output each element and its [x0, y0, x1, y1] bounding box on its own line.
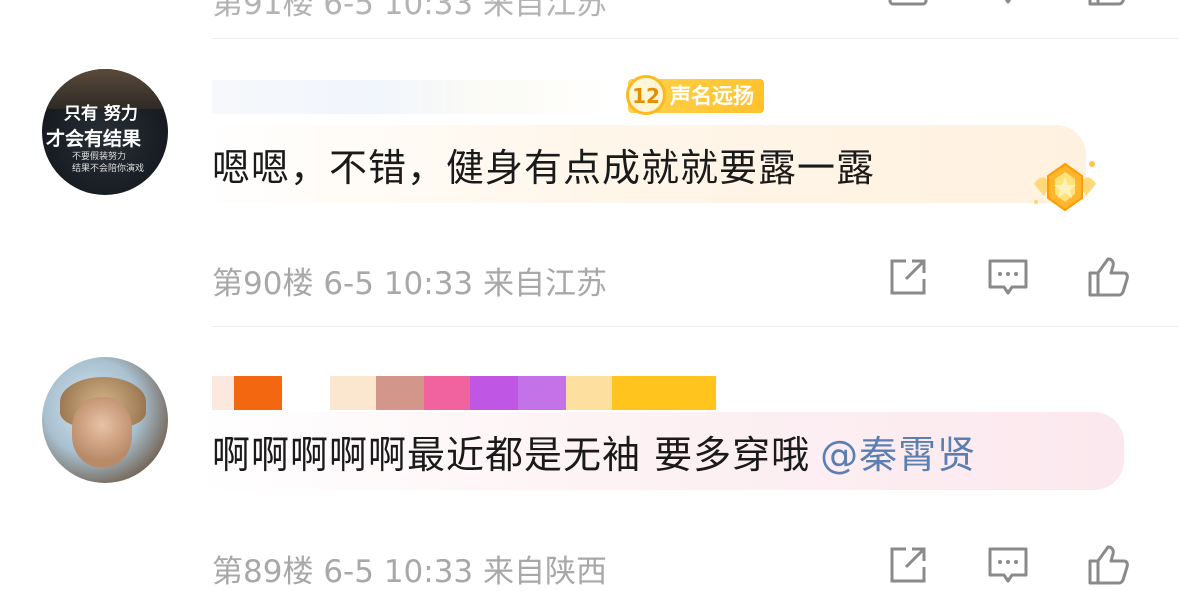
username-blurred [518, 376, 566, 410]
prev-comment-actions [0, 0, 1179, 10]
share-icon[interactable] [884, 253, 932, 301]
comment-location: 来自江苏 [483, 266, 608, 302]
avatar-text: 结果不会陪你演戏 [72, 164, 145, 174]
floor-number: 第89楼 [212, 554, 314, 590]
avatar[interactable] [42, 357, 168, 483]
like-icon[interactable] [1084, 0, 1132, 10]
fan-level-badge[interactable]: 12 声名远扬 [626, 75, 764, 115]
comment-meta: 第90楼 6-5 10:33 来自江苏 [212, 258, 607, 303]
comment-feed: 第91楼 6-5 10:33 来自江苏 只有 努力 才会有结果 不要假装努力 结… [0, 0, 1179, 591]
comment-time: 10:33 [383, 266, 474, 302]
username-blurred[interactable] [212, 80, 612, 114]
comment-date: 6-5 [323, 554, 374, 590]
level-number: 12 [626, 75, 666, 115]
comment-location: 来自陕西 [483, 554, 608, 590]
username-blurred [376, 376, 424, 410]
divider [212, 326, 1179, 327]
avatar-small-text: 不要假装努力 结果不会陪你演戏 [72, 151, 144, 175]
comment-icon[interactable] [984, 0, 1032, 10]
badge-label: 声名远扬 [670, 84, 754, 108]
avatar-text: 才会有结果 [46, 128, 142, 150]
like-icon[interactable] [1084, 253, 1132, 301]
username-blurred [424, 376, 470, 410]
avatar[interactable]: 只有 努力 才会有结果 不要假装努力 结果不会陪你演戏 [42, 69, 168, 195]
avatar-text: 只有 努力 [64, 104, 138, 124]
mention-link[interactable]: @秦霄贤 [820, 424, 976, 479]
like-icon[interactable] [1084, 541, 1132, 589]
divider [212, 38, 1179, 39]
avatar-text: 不要假装努力 [72, 152, 127, 162]
medal-icon [1030, 158, 1100, 218]
username-blurred [212, 376, 234, 410]
comment-bubble[interactable]: 啊啊啊啊啊最近都是无袖 要多穿哦 @秦霄贤 [196, 412, 1124, 490]
username-blurred [234, 376, 282, 410]
comment-text: 嗯嗯，不错，健身有点成就就要露一露 [212, 145, 876, 190]
username-blurred [566, 376, 612, 410]
username-blurred [612, 376, 716, 410]
floor-number: 第90楼 [212, 266, 314, 302]
comment-time: 10:33 [383, 554, 474, 590]
share-icon[interactable] [884, 541, 932, 589]
share-icon[interactable] [884, 0, 932, 10]
username-blurred [330, 376, 376, 410]
comment-text: 啊啊啊啊啊最近都是无袖 要多穿哦 [212, 432, 811, 477]
comment-meta: 第89楼 6-5 10:33 来自陕西 [212, 546, 607, 591]
comment-date: 6-5 [323, 266, 374, 302]
comment-icon[interactable] [984, 541, 1032, 589]
comment-bubble[interactable]: 嗯嗯，不错，健身有点成就就要露一露 [196, 125, 1086, 203]
username-blurred [470, 376, 518, 410]
comment-icon[interactable] [984, 253, 1032, 301]
